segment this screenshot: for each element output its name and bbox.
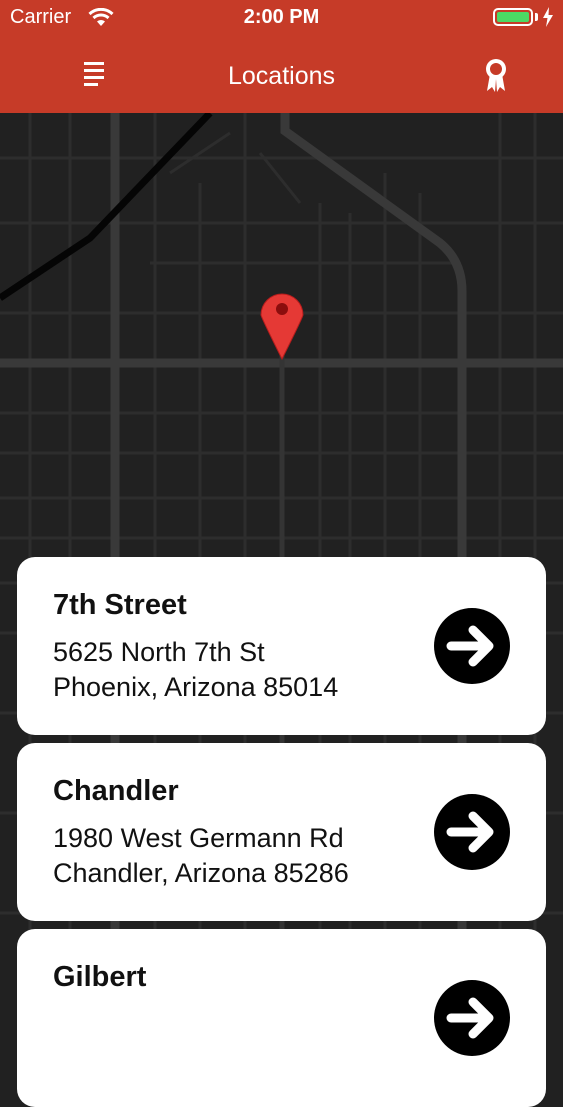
location-address-line2: Chandler, Arizona 85286 [53,858,349,888]
app-header: Carrier 2:00 PM Locations [0,0,563,113]
location-address-line1: 1980 West Germann Rd [53,823,344,853]
battery-icon [493,8,533,26]
location-address-line1: 5625 North 7th St [53,637,265,667]
location-card-gilbert[interactable]: Gilbert [17,929,546,1107]
status-time: 2:00 PM [243,6,320,28]
battery-tip [535,13,538,21]
arrow-right-circle-icon[interactable] [433,793,511,871]
page-title: Locations [227,62,336,90]
arrow-right-circle-icon[interactable] [433,979,511,1057]
location-address-line2: Phoenix, Arizona 85014 [53,672,339,702]
location-name: Chandler [53,775,179,807]
location-card-chandler[interactable]: Chandler 1980 West Germann Rd Chandler, … [17,743,546,921]
bolt-icon [543,7,553,27]
location-name: 7th Street [53,589,187,621]
arrow-right-circle-icon[interactable] [433,607,511,685]
award-ribbon-icon [486,59,506,92]
rewards-button[interactable] [480,57,512,95]
location-name: Gilbert [53,961,147,993]
location-card-7th-street[interactable]: 7th Street 5625 North 7th St Phoenix, Ar… [17,557,546,735]
